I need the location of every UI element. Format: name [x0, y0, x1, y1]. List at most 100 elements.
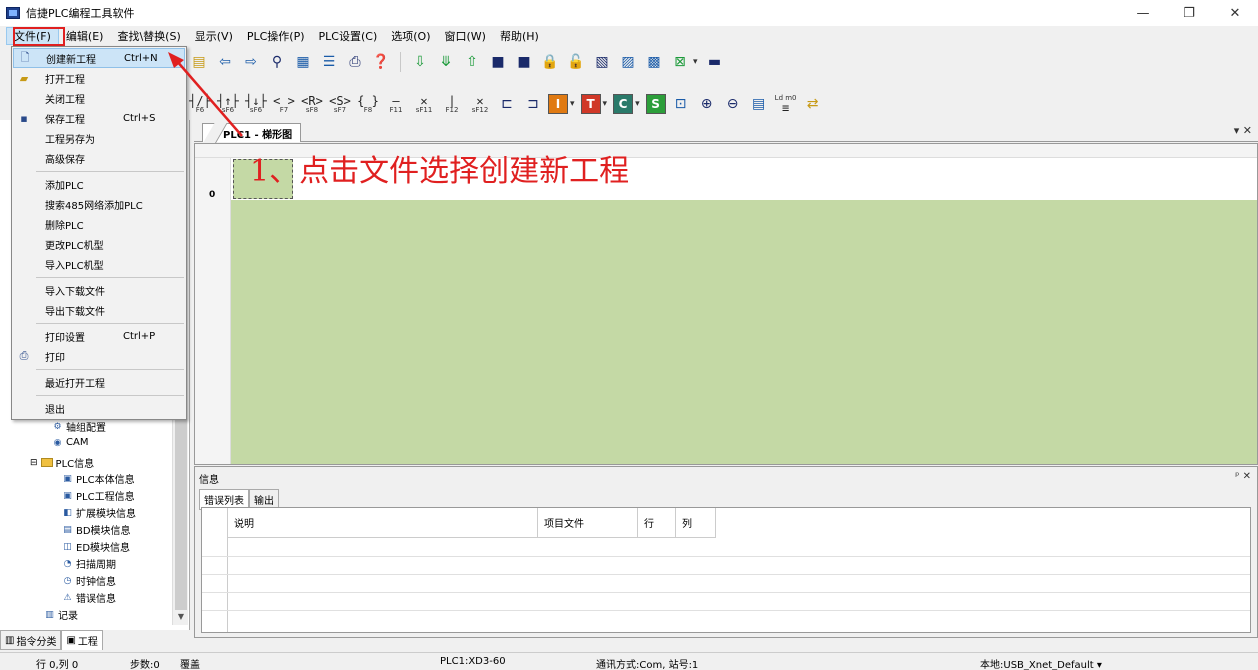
find-icon[interactable]: ⚲	[266, 51, 288, 73]
block-icon[interactable]: ⊡	[670, 93, 692, 115]
stop-icon[interactable]: ■	[513, 51, 535, 73]
tree-item-bd-info[interactable]: ▤ BD模块信息	[62, 522, 130, 538]
input-i-button[interactable]: I	[548, 94, 568, 114]
local-connection[interactable]: 本地:USB_Xnet_Default ▾	[980, 656, 1102, 670]
timer-t-button[interactable]: T	[580, 94, 601, 114]
chevron-down-icon[interactable]: ▾	[693, 57, 698, 67]
tree-item-cam[interactable]: ◉ CAM	[52, 437, 89, 448]
monitor-zoom-icon[interactable]: ▩	[643, 51, 665, 73]
chevron-down-icon[interactable]: ▾	[603, 99, 608, 109]
delete-hline-button[interactable]: ✕ sF11	[412, 91, 436, 117]
menu-window[interactable]: 窗口(W)	[438, 27, 493, 45]
branch-icon[interactable]: ⊏	[496, 93, 518, 115]
tree-item-clock-info[interactable]: ◷ 时钟信息	[62, 573, 116, 589]
column-col[interactable]: 列	[676, 508, 716, 538]
run-icon[interactable]: ■	[487, 51, 509, 73]
menu-plc-settings[interactable]: PLC设置(C)	[312, 27, 385, 45]
column-description[interactable]: 说明	[228, 508, 538, 538]
minimize-button[interactable]: —	[1120, 0, 1166, 26]
menu-item-add-plc[interactable]: 添加PLC	[13, 174, 185, 194]
menu-item-advanced-save[interactable]: 高级保存	[13, 148, 185, 168]
download-all-icon[interactable]: ⤋	[435, 51, 457, 73]
menu-plc-operation[interactable]: PLC操作(P)	[240, 27, 312, 45]
chevron-down-icon[interactable]: ▾	[635, 99, 640, 109]
column-row[interactable]: 行	[638, 508, 676, 538]
download-icon[interactable]: ⇩	[409, 51, 431, 73]
scroll-down-icon[interactable]: ▼	[173, 609, 189, 623]
list-icon[interactable]: ☰	[318, 51, 340, 73]
table-view-icon[interactable]: ▤	[748, 93, 770, 115]
instruction-button[interactable]: { } F8	[356, 91, 380, 117]
hline-button[interactable]: — F11	[384, 91, 408, 117]
menu-item-export-download[interactable]: 导出下载文件	[13, 300, 185, 320]
unlock-icon[interactable]: 🔓	[565, 51, 587, 73]
delete-vline-button[interactable]: ✕ sF12	[468, 91, 492, 117]
tree-item-axis-group[interactable]: ⚙ 轴组配置	[52, 419, 106, 435]
tree-item-scan-cycle[interactable]: ◔ 扫描周期	[62, 556, 116, 572]
collapse-icon[interactable]: ⊟	[30, 458, 38, 468]
reset-coil-button[interactable]: <R> sF8	[300, 91, 324, 117]
paste-icon[interactable]: ▤	[188, 51, 210, 73]
lock-icon[interactable]: 🔒	[539, 51, 561, 73]
instruction-list-button[interactable]: Ld m0 ≡	[774, 91, 798, 117]
tree-item-plc-body-info[interactable]: ▣ PLC本体信息	[62, 471, 134, 487]
menu-item-close-project[interactable]: 关闭工程	[13, 88, 185, 108]
menu-item-search-485[interactable]: 搜索485网络添加PLC	[13, 194, 185, 214]
falling-contact-button[interactable]: ┤↓├ sF6	[244, 91, 268, 117]
menu-item-import-download[interactable]: 导入下载文件	[13, 280, 185, 300]
tree-item-plc-project-info[interactable]: ▣ PLC工程信息	[62, 488, 134, 504]
menu-item-save-project[interactable]: ▪ 保存工程 Ctrl+S	[13, 108, 185, 128]
ladder-editor[interactable]: 0	[194, 143, 1258, 465]
menu-item-open-project[interactable]: ▰ 打开工程	[13, 68, 185, 88]
chart-icon[interactable]: ▧	[591, 51, 613, 73]
tree-item-plc-info[interactable]: ⊟ PLC信息	[30, 455, 94, 471]
menu-item-recent-projects[interactable]: 最近打开工程	[13, 372, 185, 392]
document-icon[interactable]: ▦	[292, 51, 314, 73]
convert-icon[interactable]: ⇄	[802, 93, 824, 115]
printer-icon[interactable]: ⎙	[344, 51, 366, 73]
menu-item-print-settings[interactable]: 打印设置 Ctrl+P	[13, 326, 185, 346]
menu-item-delete-plc[interactable]: 删除PLC	[13, 214, 185, 234]
state-s-button[interactable]: S	[645, 94, 666, 114]
document-window-controls[interactable]: ▾ ✕	[1234, 124, 1252, 137]
counter-c-button[interactable]: C	[613, 94, 634, 114]
set-coil-button[interactable]: <S> sF7	[328, 91, 352, 117]
menu-item-new-project[interactable]: 🗋 创建新工程 Ctrl+N	[13, 48, 185, 68]
nc-contact-button[interactable]: ┤/├ F6	[188, 91, 212, 117]
forward-arrow-icon[interactable]: ⇨	[240, 51, 262, 73]
coil-button[interactable]: < > F7	[272, 91, 296, 117]
cable-icon[interactable]: ▬	[704, 51, 726, 73]
back-arrow-icon[interactable]: ⇦	[214, 51, 236, 73]
monitor-icon[interactable]: ▨	[617, 51, 639, 73]
info-panel-controls[interactable]: ᵖ ✕	[1235, 471, 1251, 482]
menu-item-save-as[interactable]: 工程另存为	[13, 128, 185, 148]
close-button[interactable]: ✕	[1212, 0, 1258, 26]
menu-item-import-model[interactable]: 导入PLC机型	[13, 254, 185, 274]
menu-find-replace[interactable]: 查找\替换(S)	[110, 27, 187, 45]
tab-project[interactable]: ▣ 工程	[61, 630, 103, 650]
menu-view[interactable]: 显示(V)	[188, 27, 240, 45]
branch-delete-icon[interactable]: ⊐	[522, 93, 544, 115]
menu-edit[interactable]: 编辑(E)	[59, 27, 111, 45]
restore-button[interactable]: ❐	[1166, 0, 1212, 26]
menu-item-change-model[interactable]: 更改PLC机型	[13, 234, 185, 254]
zoom-out-icon[interactable]: ⊖	[722, 93, 744, 115]
menu-item-print[interactable]: ⎙ 打印	[13, 346, 185, 366]
zoom-in-icon[interactable]: ⊕	[696, 93, 718, 115]
menu-options[interactable]: 选项(O)	[384, 27, 437, 45]
help-icon[interactable]: ❓	[370, 51, 392, 73]
tree-item-expansion-info[interactable]: ◧ 扩展模块信息	[62, 505, 136, 521]
menu-item-exit[interactable]: 退出	[13, 398, 185, 418]
vline-button[interactable]: | F12	[440, 91, 464, 117]
menu-help[interactable]: 帮助(H)	[493, 27, 546, 45]
tab-plc1-ladder[interactable]: PLC1 - 梯形图	[202, 123, 302, 142]
tree-item-ed-info[interactable]: ◫ ED模块信息	[62, 539, 130, 555]
tab-instruction-category[interactable]: ▥ 指令分类	[0, 630, 62, 650]
column-project-file[interactable]: 项目文件	[538, 508, 638, 538]
tree-item-records[interactable]: ▥ 记录	[44, 607, 78, 623]
rising-contact-button[interactable]: ┤↑├ sF6	[216, 91, 240, 117]
tree-item-error-info[interactable]: ⚠ 错误信息	[62, 590, 116, 606]
chevron-down-icon[interactable]: ▾	[570, 99, 575, 109]
upload-icon[interactable]: ⇧	[461, 51, 483, 73]
graph-icon[interactable]: ⊠	[669, 51, 691, 73]
